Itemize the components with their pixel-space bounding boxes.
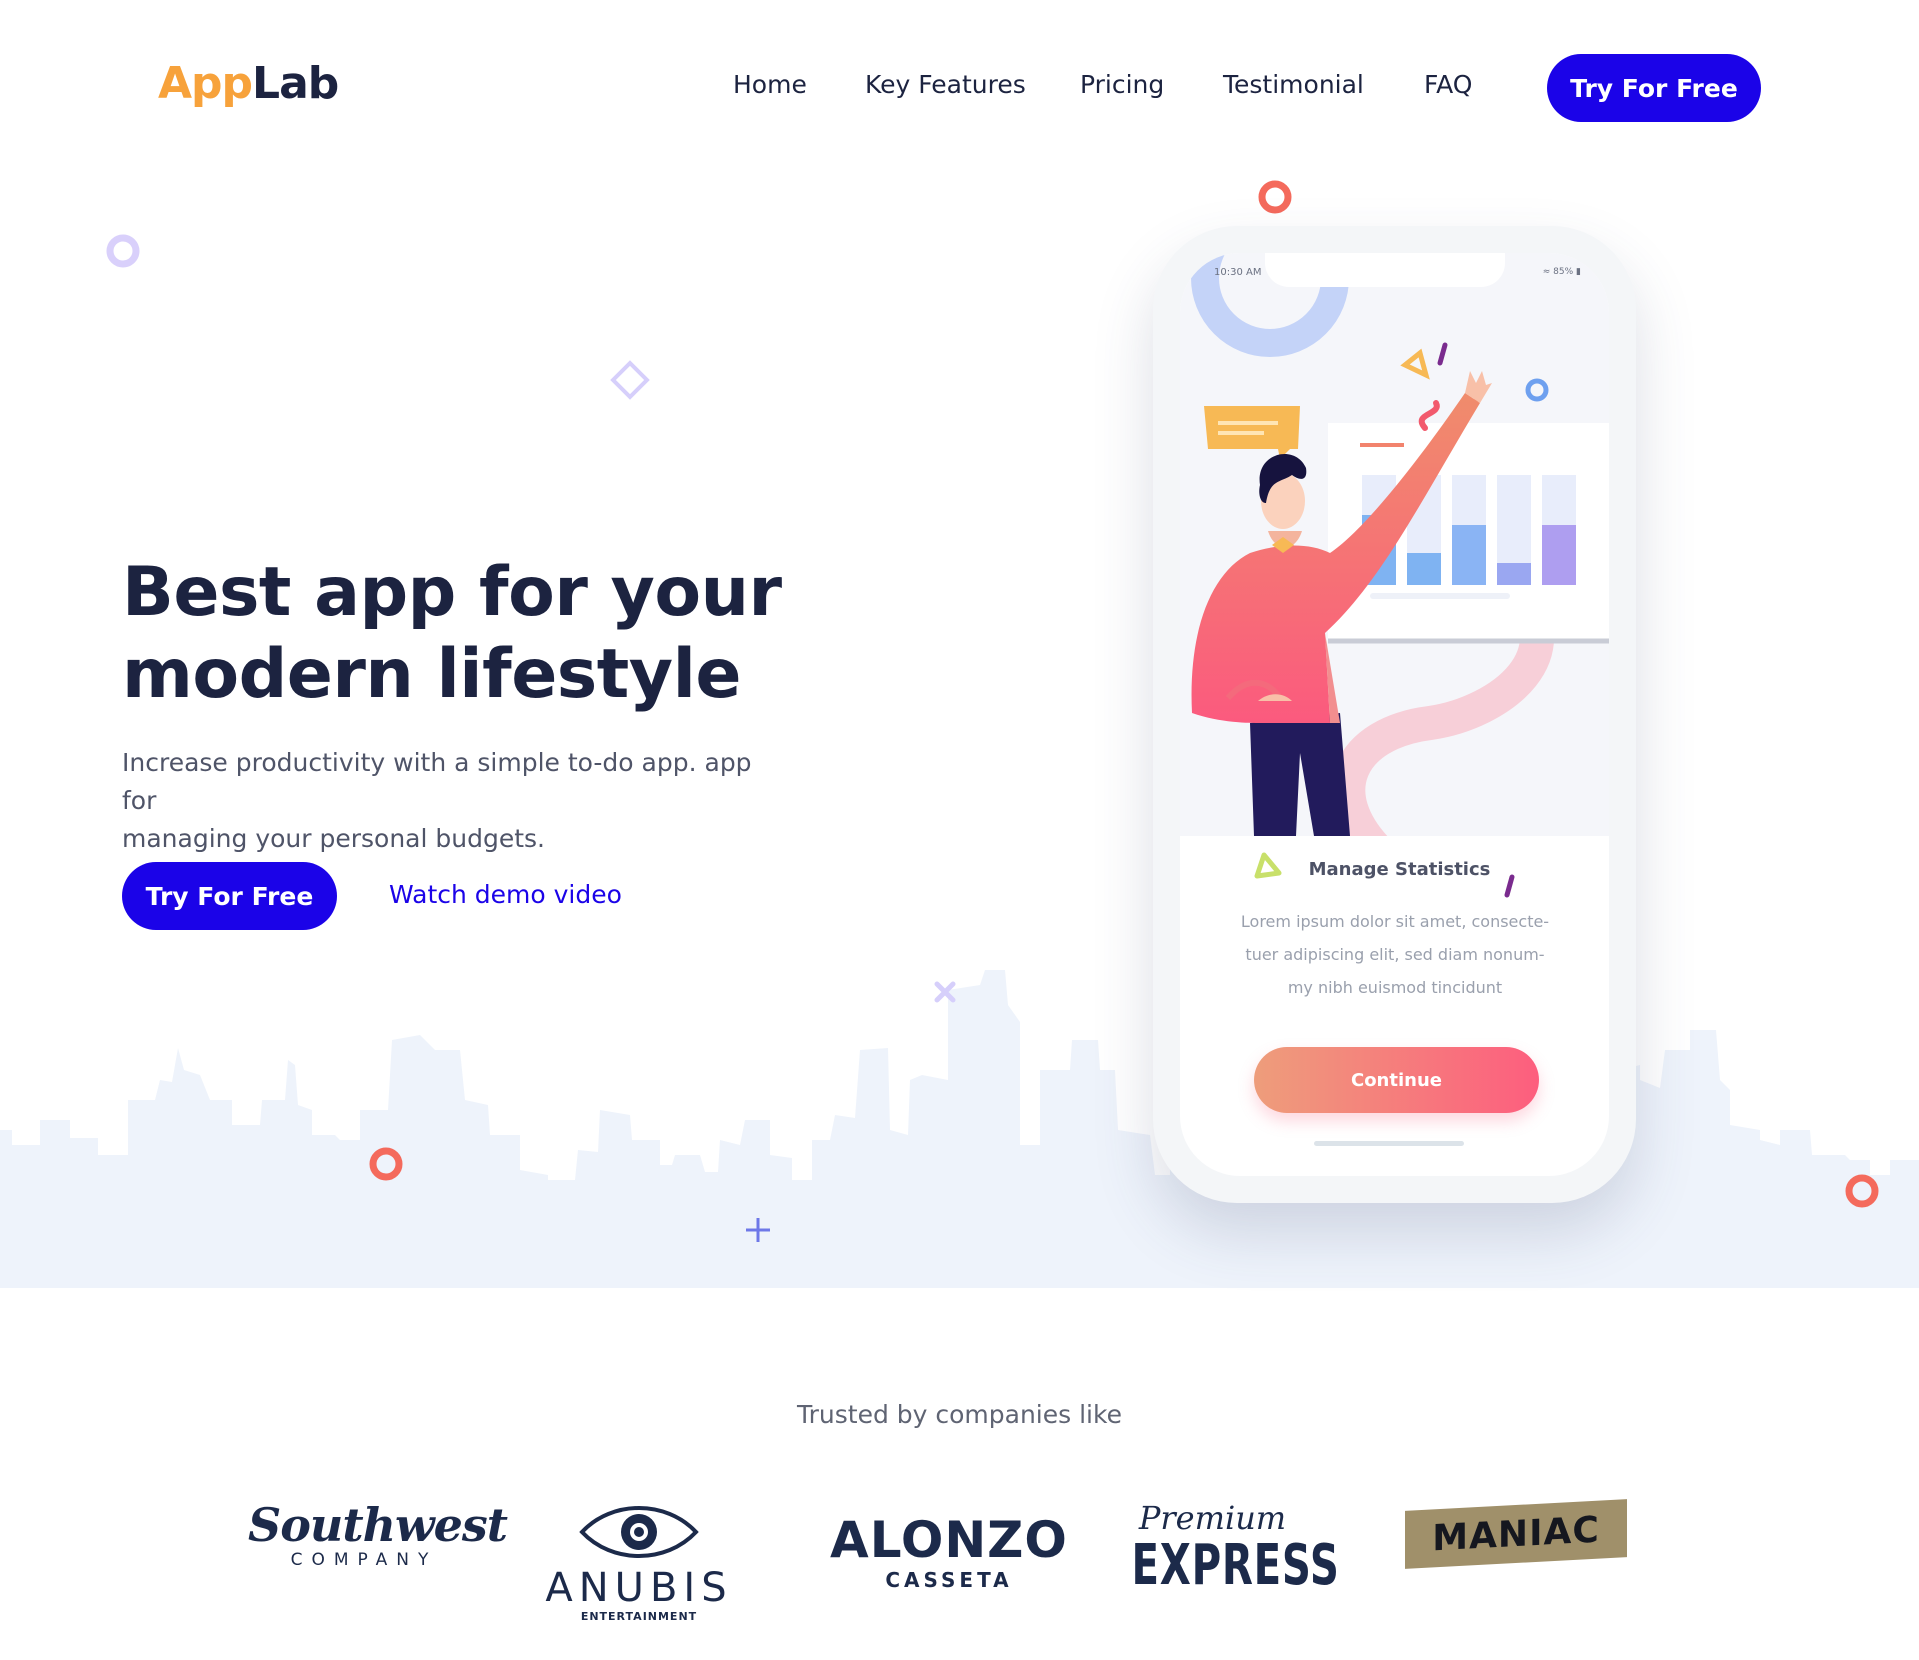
card-body-line: tuer adipiscing elit, sed diam nonum- — [1245, 945, 1545, 964]
company-logo-text: ALONZO — [830, 1511, 1068, 1569]
nav-item-pricing[interactable]: Pricing — [1080, 70, 1164, 99]
plus-shape-icon — [746, 1218, 770, 1242]
nav-try-for-free-button[interactable]: Try For Free — [1547, 54, 1761, 122]
circle-shape-icon — [1845, 1174, 1879, 1208]
watch-demo-video-link[interactable]: Watch demo video — [389, 880, 622, 909]
company-logo-text: ANUBIS — [545, 1565, 733, 1611]
card-body: Lorem ipsum dolor sit amet, consecte- tu… — [1210, 905, 1580, 1004]
diamond-shape-icon — [610, 360, 650, 400]
cross-shape-icon — [934, 981, 956, 1003]
company-logo-subtext: COMPANY — [290, 1550, 438, 1570]
phone-screen: 10:30 AM ≈ 85% ▮ Manage Statistics Lorem… — [1180, 253, 1609, 1176]
hero-subtitle-line: managing your personal budgets. — [122, 824, 545, 853]
hero-subtitle: Increase productivity with a simple to-d… — [122, 744, 782, 858]
card-body-line: Lorem ipsum dolor sit amet, consecte- — [1240, 912, 1550, 931]
hero-title-line: modern lifestyle — [122, 635, 742, 714]
status-time: 10:30 AM — [1214, 267, 1262, 278]
eye-icon — [579, 1506, 699, 1558]
hero-title: Best app for your modern lifestyle — [122, 552, 822, 716]
phone-mockup: 10:30 AM ≈ 85% ▮ Manage Statistics Lorem… — [1153, 226, 1636, 1203]
nav-item-home[interactable]: Home — [733, 70, 807, 99]
circle-shape-icon — [369, 1147, 403, 1181]
nav-item-faq[interactable]: FAQ — [1424, 70, 1472, 99]
continue-button[interactable]: Continue — [1254, 1047, 1539, 1113]
nav-item-testimonial[interactable]: Testimonial — [1223, 70, 1364, 99]
status-battery: ≈ 85% ▮ — [1542, 267, 1581, 277]
battery-percent: 85% — [1553, 267, 1574, 277]
company-logo-text: MANIAC — [1432, 1509, 1600, 1559]
company-logo-maniac: MANIAC — [1405, 1499, 1627, 1569]
circle-shape-icon — [1258, 180, 1292, 214]
company-logo-text: Southwest — [248, 1498, 508, 1552]
company-logo-subtext: ENTERTAINMENT — [580, 1610, 698, 1623]
hero-subtitle-line: Increase productivity with a simple to-d… — [122, 748, 752, 815]
hero-try-for-free-button[interactable]: Try For Free — [122, 862, 337, 930]
home-indicator — [1314, 1141, 1464, 1146]
card-body-line: my nibh euismod tincidunt — [1287, 978, 1503, 997]
company-logo-anubis: ANUBIS ENTERTAINMENT — [536, 1502, 742, 1624]
company-logo-alonzo: ALONZO CASSETA — [826, 1512, 1072, 1592]
company-logo-subtext: EXPRESS — [1131, 1533, 1340, 1598]
circle-shape-icon — [106, 234, 140, 268]
company-logo-text: Premium — [1138, 1499, 1287, 1537]
company-logo-southwest: Southwest COMPANY — [248, 1498, 508, 1570]
nav-item-key-features[interactable]: Key Features — [865, 70, 1026, 99]
card-title: Manage Statistics — [1308, 859, 1491, 880]
landing-page: AppLab Home Key Features Pricing Testimo… — [0, 0, 1919, 1660]
man-presenting-chart-illustration — [1191, 253, 1609, 836]
hero-title-line: Best app for your — [122, 553, 782, 632]
company-logo-subtext: CASSETA — [885, 1568, 1013, 1592]
trusted-heading: Trusted by companies like — [797, 1400, 1122, 1429]
company-logo-premium-express: Premium EXPRESS — [1100, 1499, 1340, 1598]
phone-notch — [1265, 253, 1505, 287]
